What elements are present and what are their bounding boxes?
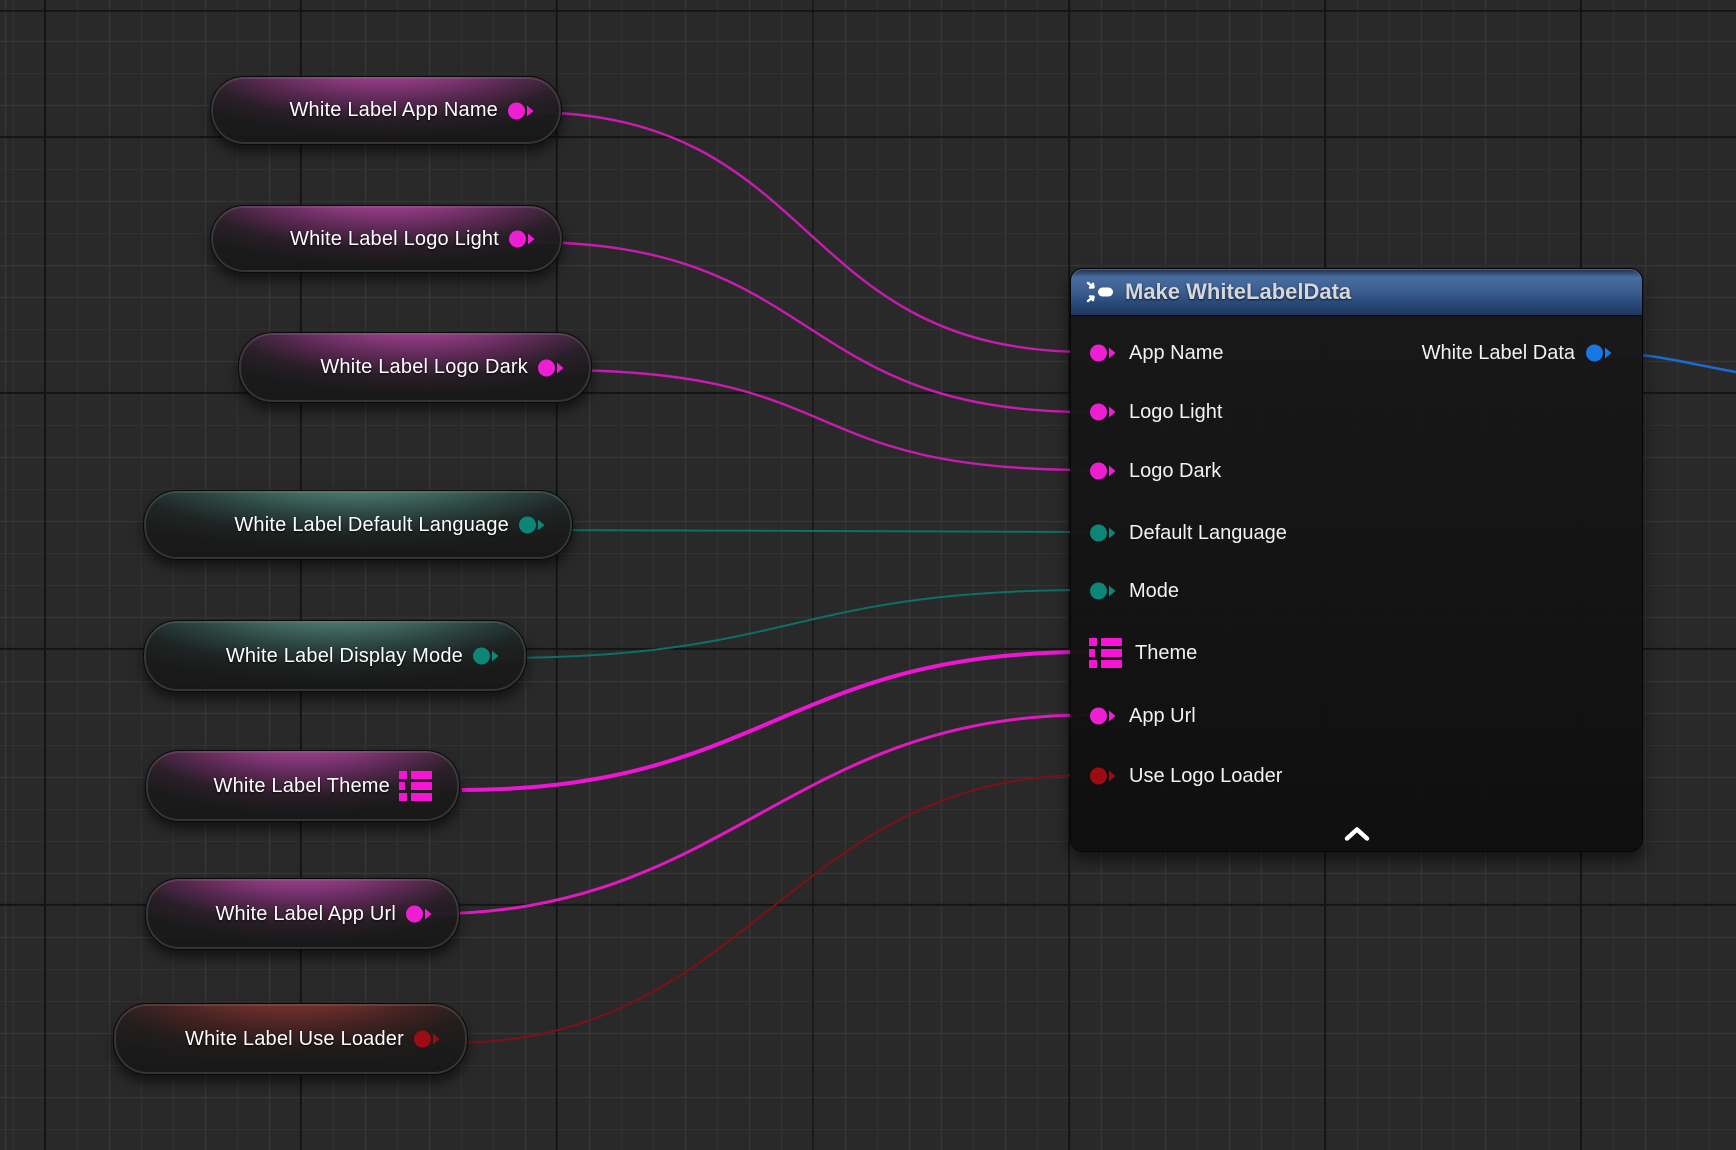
- string-output-pin-icon[interactable]: [507, 100, 534, 122]
- node-get-white-label-logo-dark[interactable]: White Label Logo Dark: [238, 332, 592, 403]
- input-pin-row-mode[interactable]: Mode: [1089, 573, 1179, 609]
- string-output-pin-icon[interactable]: [508, 228, 535, 250]
- input-pin-row-default-language[interactable]: Default Language: [1089, 515, 1287, 551]
- node-title: Make WhiteLabelData: [1125, 279, 1351, 305]
- wire-logo-light[interactable]: [526, 242, 1089, 412]
- node-header[interactable]: Make WhiteLabelData: [1071, 269, 1642, 315]
- variable-label: White Label App Name: [289, 99, 498, 122]
- string-input-pin-icon[interactable]: [1089, 705, 1116, 727]
- enum-input-pin-icon[interactable]: [1089, 522, 1116, 544]
- pin-label: Logo Light: [1129, 401, 1222, 424]
- string-output-pin-icon[interactable]: [405, 903, 432, 925]
- wire-display-mode[interactable]: [496, 590, 1089, 658]
- input-pin-row-app-name[interactable]: App Name: [1089, 335, 1224, 371]
- input-pin-row-logo-light[interactable]: Logo Light: [1089, 394, 1222, 430]
- struct-output-pin-icon[interactable]: [399, 771, 432, 801]
- pin-label: App Name: [1129, 342, 1224, 365]
- node-get-white-label-app-name[interactable]: White Label App Name: [210, 76, 562, 145]
- string-input-pin-icon[interactable]: [1089, 460, 1116, 482]
- node-make-whitelabeldata[interactable]: Make WhiteLabelData App Name Logo Light …: [1070, 268, 1643, 852]
- variable-label: White Label Theme: [214, 775, 390, 798]
- input-pin-row-use-logo-loader[interactable]: Use Logo Loader: [1089, 758, 1282, 794]
- node-get-white-label-use-loader[interactable]: White Label Use Loader: [113, 1003, 468, 1075]
- make-struct-icon: [1085, 279, 1115, 305]
- node-get-white-label-logo-light[interactable]: White Label Logo Light: [210, 205, 563, 273]
- pin-label: Theme: [1135, 642, 1197, 665]
- bool-input-pin-icon[interactable]: [1089, 765, 1116, 787]
- string-output-pin-icon[interactable]: [537, 357, 564, 379]
- wire-default-language[interactable]: [541, 530, 1089, 532]
- pin-label: App Url: [1129, 705, 1196, 728]
- wire-use-loader[interactable]: [451, 775, 1089, 1043]
- node-get-white-label-theme[interactable]: White Label Theme: [145, 750, 460, 822]
- variable-label: White Label Display Mode: [226, 645, 463, 668]
- wire-app-url[interactable]: [428, 715, 1089, 914]
- pin-label: Default Language: [1129, 522, 1287, 545]
- wire-app-name[interactable]: [526, 112, 1089, 352]
- collapse-unused-pins-button[interactable]: [1340, 825, 1374, 843]
- blueprint-graph-canvas[interactable]: White Label App Name White Label Logo Li…: [0, 0, 1736, 1150]
- bool-output-pin-icon[interactable]: [413, 1028, 440, 1050]
- pin-label: Use Logo Loader: [1129, 765, 1282, 788]
- enum-input-pin-icon[interactable]: [1089, 580, 1116, 602]
- enum-output-pin-icon[interactable]: [472, 645, 499, 667]
- input-pin-row-logo-dark[interactable]: Logo Dark: [1089, 453, 1221, 489]
- variable-label: White Label Use Loader: [185, 1028, 404, 1051]
- string-input-pin-icon[interactable]: [1089, 342, 1116, 364]
- pin-label: Logo Dark: [1129, 460, 1221, 483]
- node-get-white-label-app-url[interactable]: White Label App Url: [145, 878, 460, 950]
- pin-label: Mode: [1129, 580, 1179, 603]
- chevron-up-icon: [1342, 826, 1372, 842]
- enum-output-pin-icon[interactable]: [518, 514, 545, 536]
- pin-label: White Label Data: [1422, 342, 1575, 365]
- string-input-pin-icon[interactable]: [1089, 401, 1116, 423]
- variable-label: White Label Logo Light: [290, 228, 499, 251]
- struct-input-pin-icon[interactable]: [1089, 638, 1122, 668]
- output-pin-row-white-label-data[interactable]: White Label Data: [1422, 335, 1612, 371]
- variable-label: White Label Logo Dark: [320, 356, 528, 379]
- variable-label: White Label Default Language: [234, 514, 509, 537]
- node-get-white-label-display-mode[interactable]: White Label Display Mode: [143, 620, 527, 692]
- wire-logo-dark[interactable]: [555, 370, 1089, 470]
- struct-output-pin-icon[interactable]: [1585, 342, 1612, 364]
- input-pin-row-app-url[interactable]: App Url: [1089, 698, 1196, 734]
- wire-theme[interactable]: [462, 652, 1086, 790]
- input-pin-row-theme[interactable]: Theme: [1089, 635, 1197, 671]
- variable-label: White Label App Url: [215, 903, 396, 926]
- node-get-white-label-default-language[interactable]: White Label Default Language: [143, 490, 573, 560]
